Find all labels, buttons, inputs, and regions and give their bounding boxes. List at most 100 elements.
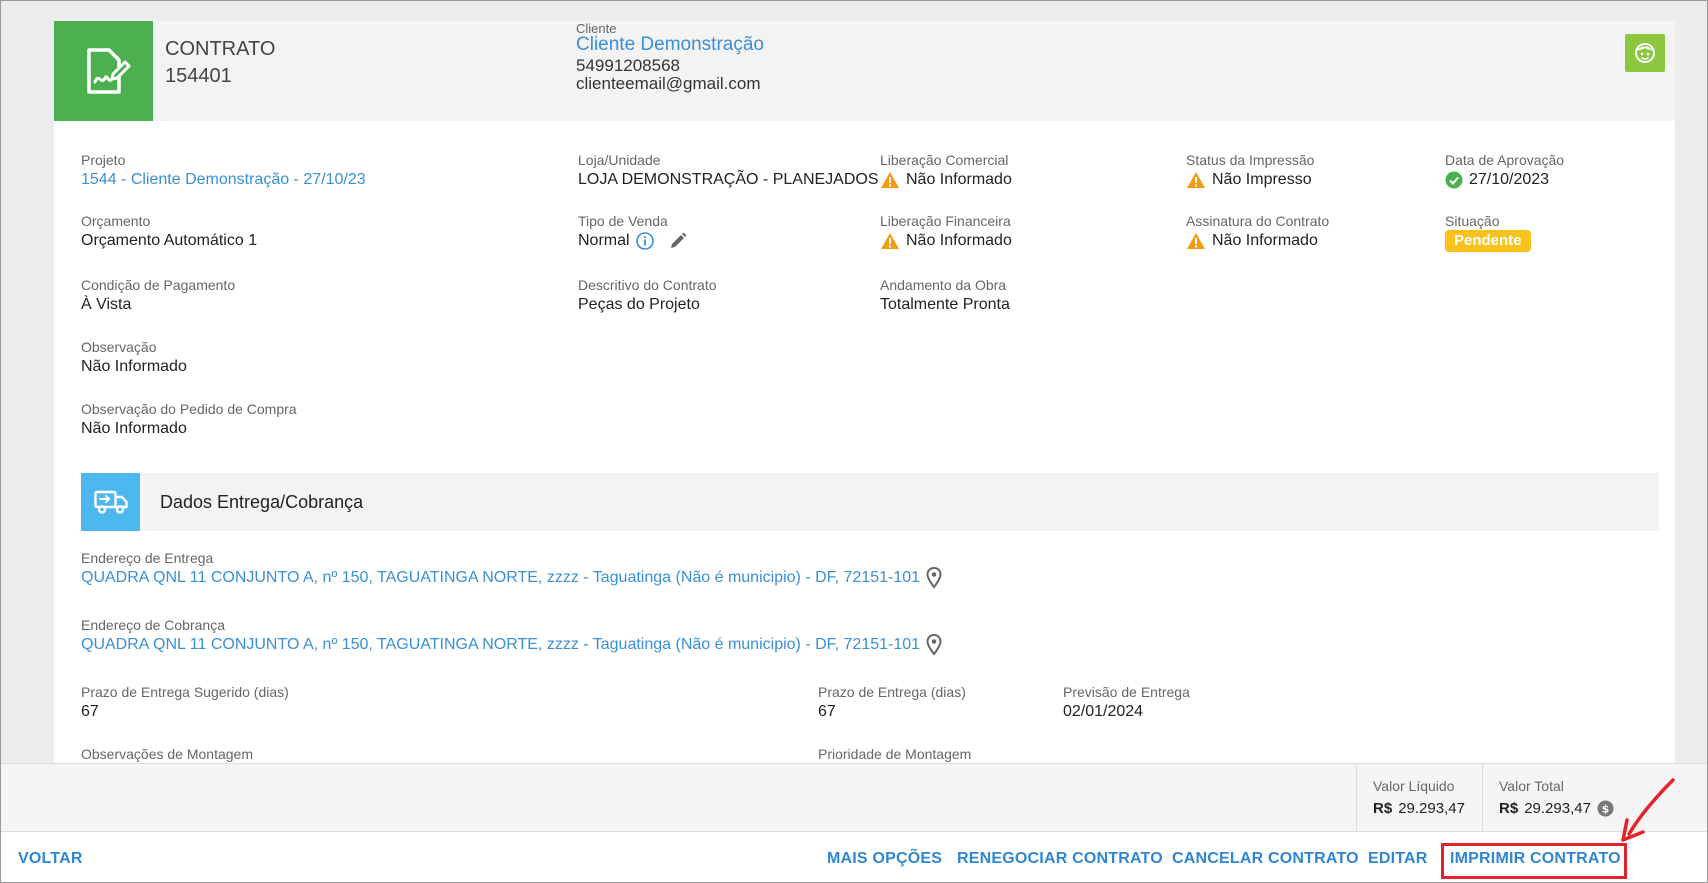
client-name-link[interactable]: Cliente Demonstração	[576, 34, 764, 56]
annotation-highlight-box	[1441, 843, 1627, 879]
field-descritivo: Descritivo do Contrato Peças do Projeto	[578, 276, 717, 316]
field-status-impressao: Status da Impressão Não Impresso	[1186, 151, 1314, 191]
field-value: Não Informado	[81, 420, 187, 437]
contract-card: CONTRATO 154401 Cliente Cliente Demonstr…	[54, 21, 1675, 763]
field-label: Condição de Pagamento	[81, 277, 236, 293]
field-label: Previsão de Entrega	[1063, 684, 1190, 700]
field-label: Observação do Pedido de Compra	[81, 401, 297, 417]
field-label: Endereço de Entrega	[81, 550, 214, 566]
endereco-cobranca-link[interactable]: QUADRA QNL 11 CONJUNTO A, nº 150, TAGUAT…	[81, 634, 920, 656]
field-observacao-pedido: Observação do Pedido de Compra Não Infor…	[81, 400, 297, 440]
field-tipo-venda: Tipo de Venda Normal	[578, 212, 688, 252]
delivery-section-header: Dados Entrega/Cobrança	[81, 473, 1659, 531]
contract-header: CONTRATO 154401 Cliente Cliente Demonstr…	[54, 21, 1675, 121]
field-value: Peças do Projeto	[578, 296, 700, 313]
warning-icon	[881, 172, 899, 188]
field-orcamento: Orçamento Orçamento Automático 1	[81, 212, 257, 252]
field-value: LOJA DEMONSTRAÇÃO - PLANEJADOS	[578, 171, 879, 188]
field-endereco-cobranca: Endereço de Cobrança QUADRA QNL 11 CONJU…	[81, 616, 942, 656]
field-endereco-entrega: Endereço de Entrega QUADRA QNL 11 CONJUN…	[81, 549, 942, 589]
valor-total-value: 29.293,47	[1524, 800, 1591, 817]
field-liberacao-comercial: Liberação Comercial Não Informado	[880, 151, 1012, 191]
field-label: Liberação Comercial	[880, 152, 1009, 168]
contract-number: 154401	[165, 65, 232, 87]
field-data-aprovacao: Data de Aprovação 27/10/2023	[1445, 151, 1564, 191]
field-value: Não Informado	[906, 232, 1012, 249]
field-value: Não Informado	[906, 171, 1012, 188]
field-label: Observação	[81, 339, 157, 355]
client-face-button[interactable]	[1625, 34, 1665, 72]
info-icon[interactable]	[635, 232, 654, 250]
field-situacao: Situação Pendente	[1445, 212, 1531, 252]
map-pin-icon[interactable]	[926, 567, 942, 589]
valor-liquido: Valor Líquido R$ 29.293,47	[1356, 764, 1482, 832]
field-value: Normal	[578, 232, 630, 249]
contract-title: CONTRATO	[165, 38, 276, 60]
renegociar-contrato-button[interactable]: RENEGOCIAR CONTRATO	[957, 850, 1163, 868]
annotation-arrow-icon	[1621, 778, 1675, 842]
field-prazo-entrega: Prazo de Entrega (dias) 67	[818, 683, 966, 723]
section-title: Dados Entrega/Cobrança	[160, 492, 364, 512]
field-label: Projeto	[81, 152, 126, 168]
mais-opcoes-button[interactable]: MAIS OPÇÕES	[827, 850, 942, 868]
currency-symbol: R$	[1499, 800, 1519, 817]
field-obs-montagem: Observações de Montagem	[81, 745, 253, 763]
dollar-coin-icon[interactable]: $	[1597, 800, 1614, 817]
cancelar-contrato-button[interactable]: CANCELAR CONTRATO	[1172, 850, 1359, 868]
contract-signature-icon	[54, 21, 153, 121]
field-liberacao-financeira: Liberação Financeira Não Informado	[880, 212, 1012, 252]
field-value: 02/01/2024	[1063, 703, 1144, 720]
field-value: Não Impresso	[1212, 171, 1312, 188]
endereco-entrega-link[interactable]: QUADRA QNL 11 CONJUNTO A, nº 150, TAGUAT…	[81, 567, 920, 589]
field-label: Observações de Montagem	[81, 746, 253, 762]
field-value: 67	[81, 703, 99, 720]
field-value: 67	[818, 703, 836, 720]
field-value: À Vista	[81, 296, 132, 313]
warning-icon	[1187, 233, 1205, 249]
edit-pencil-icon[interactable]	[668, 231, 688, 251]
face-icon	[1635, 43, 1655, 63]
client-email: clienteemail@gmail.com	[576, 74, 761, 93]
field-label: Situação	[1445, 213, 1500, 229]
map-pin-icon[interactable]	[926, 634, 942, 656]
field-value: 27/10/2023	[1469, 171, 1550, 188]
field-value: Totalmente Pronta	[880, 296, 1010, 313]
voltar-button[interactable]: VOLTAR	[18, 850, 83, 868]
field-loja: Loja/Unidade LOJA DEMONSTRAÇÃO - PLANEJA…	[578, 151, 879, 191]
field-label: Status da Impressão	[1186, 152, 1315, 168]
field-label: Liberação Financeira	[880, 213, 1011, 229]
warning-icon	[1187, 172, 1205, 188]
field-andamento-obra: Andamento da Obra Totalmente Pronta	[880, 276, 1010, 316]
field-prazo-sugerido: Prazo de Entrega Sugerido (dias) 67	[81, 683, 289, 723]
field-label: Prioridade de Montagem	[818, 746, 972, 762]
field-label: Endereço de Cobrança	[81, 617, 225, 633]
field-prioridade-montagem: Prioridade de Montagem	[818, 745, 971, 763]
warning-icon	[881, 233, 899, 249]
field-value: Orçamento Automático 1	[81, 232, 258, 249]
field-value: Não Informado	[1212, 232, 1318, 249]
valor-total: Valor Total R$ 29.293,47 $	[1482, 764, 1642, 832]
client-phone: 54991208568	[576, 56, 681, 75]
field-label: Prazo de Entrega Sugerido (dias)	[81, 684, 289, 700]
projeto-link[interactable]: 1544 - Cliente Demonstração - 27/10/23	[81, 169, 366, 191]
truck-icon	[81, 473, 140, 531]
field-label: Orçamento	[81, 213, 151, 229]
field-projeto: Projeto 1544 - Cliente Demonstração - 27…	[81, 151, 366, 191]
svg-text:$: $	[1602, 803, 1610, 816]
valor-liquido-label: Valor Líquido	[1373, 778, 1455, 794]
field-label: Descritivo do Contrato	[578, 277, 717, 293]
valor-total-label: Valor Total	[1499, 778, 1564, 794]
editar-button[interactable]: EDITAR	[1368, 850, 1428, 868]
field-label: Tipo de Venda	[578, 213, 668, 229]
field-previsao-entrega: Previsão de Entrega 02/01/2024	[1063, 683, 1190, 723]
field-label: Andamento da Obra	[880, 277, 1007, 293]
status-badge: Pendente	[1445, 230, 1531, 252]
field-label: Data de Aprovação	[1445, 152, 1565, 168]
totals-bar: Valor Líquido R$ 29.293,47 Valor Total R$…	[1, 763, 1707, 832]
field-label: Prazo de Entrega (dias)	[818, 684, 966, 700]
app-frame: CONTRATO 154401 Cliente Cliente Demonstr…	[0, 0, 1708, 883]
field-value: Não Informado	[81, 358, 187, 375]
check-circle-icon	[1445, 171, 1463, 189]
valor-liquido-value: 29.293,47	[1398, 800, 1465, 817]
field-condicao-pagamento: Condição de Pagamento À Vista	[81, 276, 235, 316]
